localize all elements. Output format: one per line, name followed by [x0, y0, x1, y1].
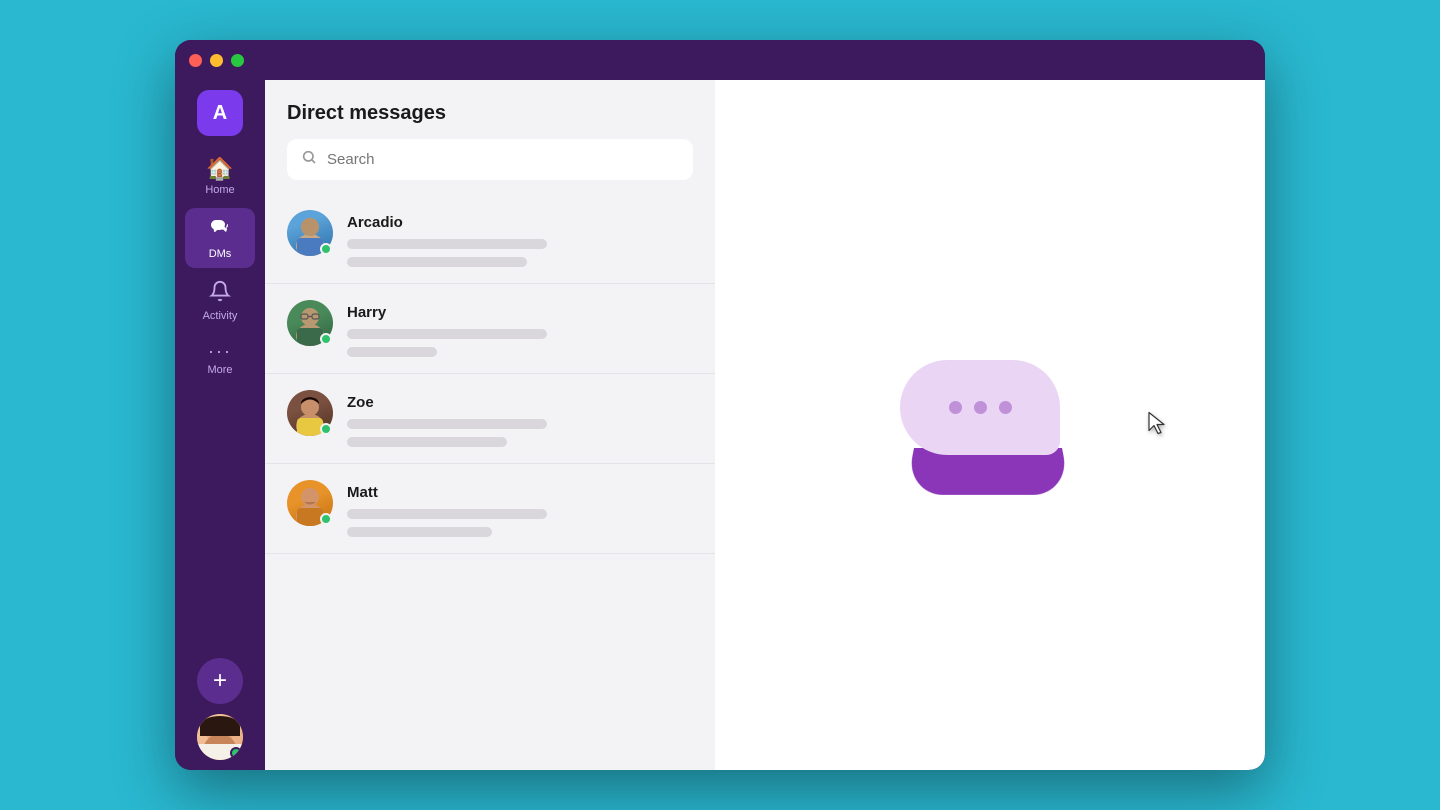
sidebar: A 🏠 Home DMs: [175, 80, 265, 770]
add-button[interactable]: +: [197, 658, 243, 704]
dms-icon: [208, 216, 232, 244]
dm-info-matt: Matt: [347, 480, 693, 537]
chat-bubble-graphic: [900, 360, 1080, 490]
contact-name-arcadio: Arcadio: [347, 214, 693, 231]
dm-info-zoe: Zoe: [347, 390, 693, 447]
preview-line-2: [347, 347, 437, 357]
more-icon: ···: [208, 342, 232, 360]
contact-name-matt: Matt: [347, 484, 693, 501]
dm-panel: Direct messages: [265, 80, 715, 770]
status-dot-harry: [320, 333, 332, 345]
empty-state-illustration: [900, 360, 1080, 490]
dm-info-harry: Harry: [347, 300, 693, 357]
maximize-button[interactable]: [231, 54, 244, 67]
contact-name-zoe: Zoe: [347, 394, 693, 411]
home-icon: 🏠: [206, 158, 233, 180]
chat-area: [715, 80, 1265, 770]
dm-item-matt[interactable]: Matt: [265, 464, 715, 554]
status-dot-arcadio: [320, 243, 332, 255]
preview-line-1: [347, 329, 547, 339]
dm-panel-title: Direct messages: [287, 102, 693, 125]
avatar-zoe: [287, 390, 333, 436]
sidebar-item-home[interactable]: 🏠 Home: [185, 150, 255, 204]
minimize-button[interactable]: [210, 54, 223, 67]
dm-info-arcadio: Arcadio: [347, 210, 693, 267]
bubble-dot-1: [949, 401, 962, 414]
user-profile-avatar[interactable]: [197, 714, 243, 760]
dm-item-harry[interactable]: Harry: [265, 284, 715, 374]
bubble-dot-2: [974, 401, 987, 414]
contact-name-harry: Harry: [347, 304, 693, 321]
search-bar[interactable]: [287, 139, 693, 180]
close-button[interactable]: [189, 54, 202, 67]
preview-line-1: [347, 419, 547, 429]
cursor-indicator: [1145, 409, 1173, 442]
dm-header: Direct messages: [265, 80, 715, 194]
workspace-avatar[interactable]: A: [197, 90, 243, 136]
preview-line-1: [347, 509, 547, 519]
preview-line-2: [347, 257, 527, 267]
avatar-matt: [287, 480, 333, 526]
bubble-dot-3: [999, 401, 1012, 414]
sidebar-bottom: +: [197, 658, 243, 760]
main-content: Direct messages: [265, 80, 1265, 770]
preview-line-2: [347, 527, 492, 537]
search-icon: [301, 149, 317, 170]
sidebar-item-more[interactable]: ··· More: [185, 334, 255, 384]
dm-item-arcadio[interactable]: Arcadio: [265, 194, 715, 284]
search-input[interactable]: [327, 151, 679, 168]
status-dot-matt: [320, 513, 332, 525]
avatar-harry: [287, 300, 333, 346]
app-body: A 🏠 Home DMs: [175, 80, 1265, 770]
app-window: A 🏠 Home DMs: [175, 40, 1265, 770]
status-dot-zoe: [320, 423, 332, 435]
dm-item-zoe[interactable]: Zoe: [265, 374, 715, 464]
dm-list: Arcadio: [265, 194, 715, 770]
avatar-arcadio: [287, 210, 333, 256]
title-bar: [175, 40, 1265, 80]
preview-line-2: [347, 437, 507, 447]
activity-icon: [209, 280, 231, 306]
preview-line-1: [347, 239, 547, 249]
online-status-dot: [230, 747, 242, 759]
sidebar-item-activity[interactable]: Activity: [185, 272, 255, 330]
sidebar-item-dms[interactable]: DMs: [185, 208, 255, 268]
